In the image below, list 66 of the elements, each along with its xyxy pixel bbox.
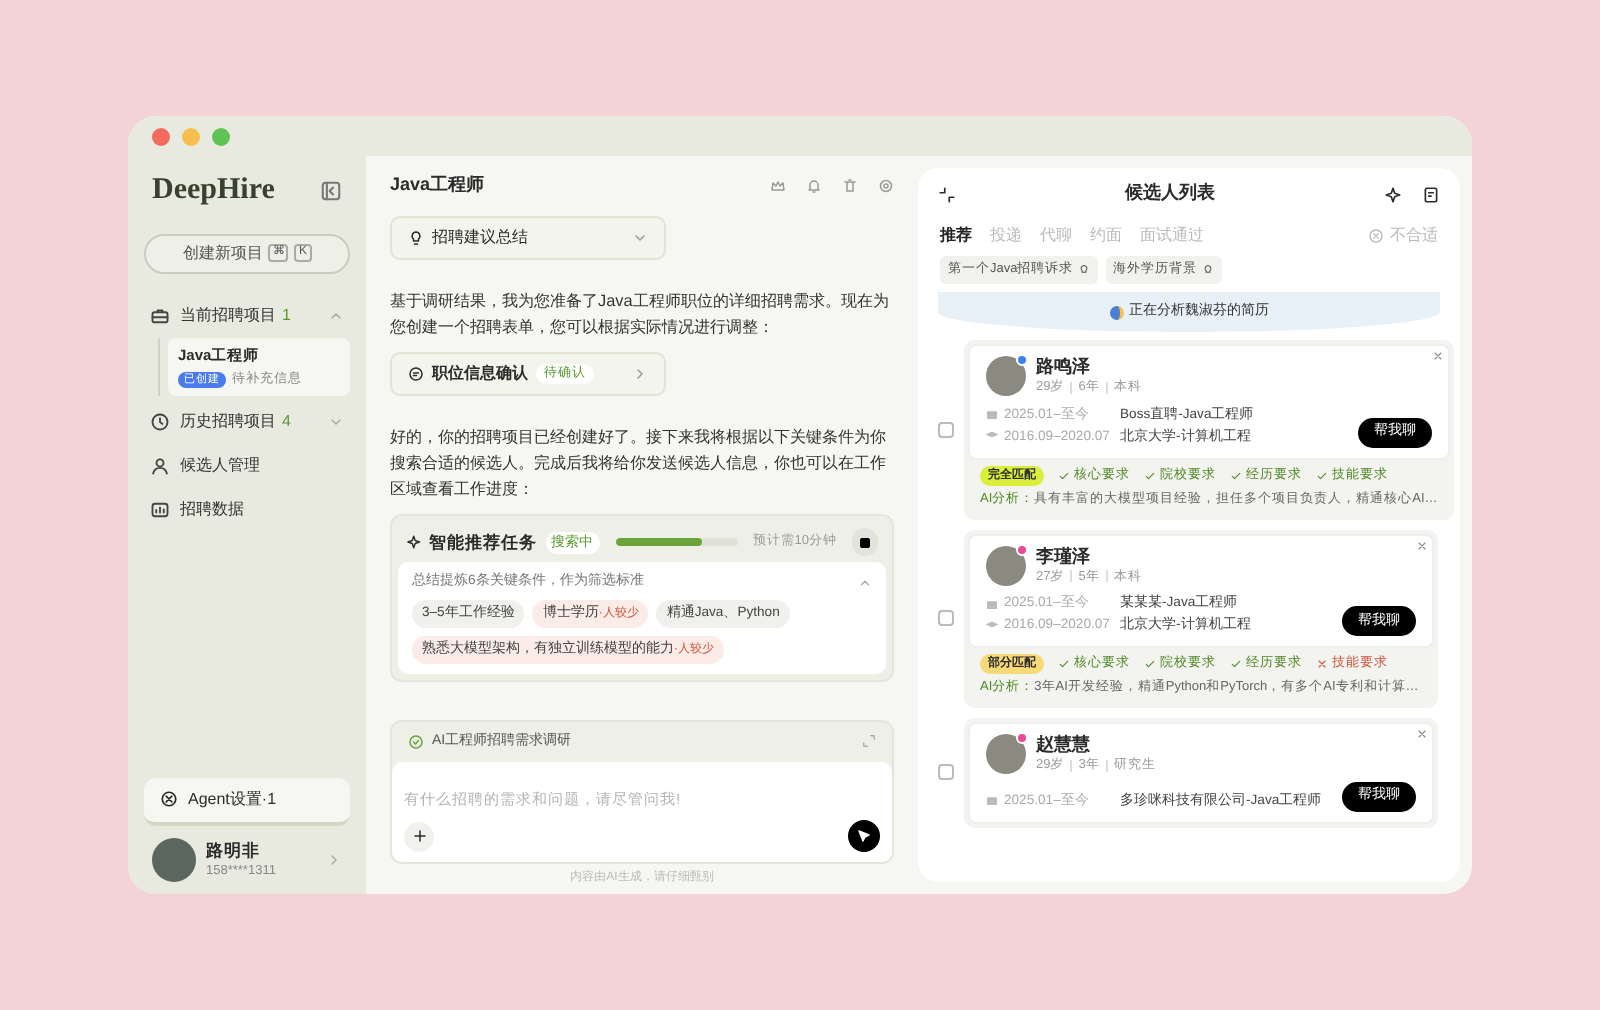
chevron-right-icon (632, 366, 648, 382)
bulb-icon (1077, 264, 1090, 276)
brand-logo: DeepHire (152, 172, 275, 210)
plus-icon (411, 828, 427, 844)
cross-icon (1316, 658, 1328, 671)
check-icon (1230, 469, 1242, 482)
agent-settings-button[interactable]: Agent设置·1 (144, 777, 350, 825)
select-checkbox[interactable] (938, 610, 954, 627)
panel-title: 候选人列表 (1125, 180, 1215, 207)
send-button[interactable] (848, 820, 880, 852)
bulb-icon (408, 230, 424, 246)
candidate-avatar (986, 356, 1026, 397)
assistant-message: 好的，你的招聘项目已经创建好了。接下来我将根据以下关键条件为你搜索合适的候选人。完成后我将给你发送候选人信息，你也可以在工作区域查看工作进度： (390, 426, 888, 502)
nav-group-header[interactable]: 历史招聘项目 4 (144, 399, 350, 443)
check-icon (1144, 469, 1156, 482)
candidate-name: 赵慧慧 (1036, 734, 1092, 756)
settings-icon (160, 790, 178, 808)
trash-icon[interactable] (842, 178, 858, 194)
nav-group-header[interactable]: 当前招聘项目 1 (144, 293, 350, 337)
user-name: 路明非 (206, 837, 262, 863)
form-icon (408, 366, 424, 382)
check-icon (1316, 469, 1328, 482)
candidate-avatar (986, 545, 1026, 586)
user-icon (150, 455, 170, 475)
task-title: 智能推荐任务 (429, 529, 538, 555)
chevron-down-icon (632, 230, 648, 246)
chevron-up-icon[interactable] (858, 575, 872, 590)
check-icon (1058, 658, 1070, 671)
sparkle-icon[interactable] (1384, 185, 1402, 203)
chevron-right-icon[interactable] (326, 851, 342, 868)
select-checkbox[interactable] (938, 421, 954, 438)
user-avatar (152, 837, 196, 882)
check-circle-icon (408, 733, 424, 750)
close-icon[interactable] (1416, 728, 1428, 740)
close-icon[interactable] (1416, 539, 1428, 551)
assistant-message: 基于调研结果，我为您准备了Java工程师职位的详细招聘需求。现在为您创建一个招聘表单，您可以根据实际情况进行调整： (390, 290, 891, 340)
stop-button[interactable] (851, 528, 878, 556)
note-icon[interactable] (1422, 185, 1440, 203)
nav-item[interactable]: 招聘数据 (144, 487, 350, 531)
collapse-icon[interactable] (938, 185, 956, 203)
chat-title: Java工程师 (390, 172, 485, 199)
check-icon (1058, 469, 1070, 482)
add-button[interactable] (404, 821, 434, 851)
stop-icon (859, 537, 870, 547)
bulb-icon (1201, 264, 1214, 276)
filter-tab[interactable]: 推荐 (940, 224, 972, 248)
nav-item[interactable]: 候选人管理 (144, 443, 350, 487)
send-icon (856, 828, 872, 844)
chart-icon (150, 499, 170, 519)
expand-icon[interactable] (862, 734, 876, 749)
close-circle-icon (1368, 228, 1384, 244)
candidate-avatar (986, 734, 1026, 775)
candidate-name: 李瑾泽 (1036, 545, 1092, 567)
summary-dropdown[interactable]: 招聘建议总结 (390, 216, 666, 260)
settings-icon[interactable] (878, 178, 894, 194)
check-icon (1144, 658, 1156, 671)
collapse-sidebar-icon[interactable] (320, 179, 342, 202)
loading-icon (1109, 305, 1123, 319)
crown-icon[interactable] (770, 178, 786, 194)
sparkle-icon (406, 534, 422, 550)
close-icon[interactable] (1431, 350, 1444, 362)
candidate-name: 路鸣泽 (1036, 356, 1092, 378)
clock-icon (150, 411, 170, 431)
select-checkbox[interactable] (938, 764, 954, 781)
check-icon (1230, 658, 1242, 671)
bell-icon[interactable] (806, 178, 822, 194)
